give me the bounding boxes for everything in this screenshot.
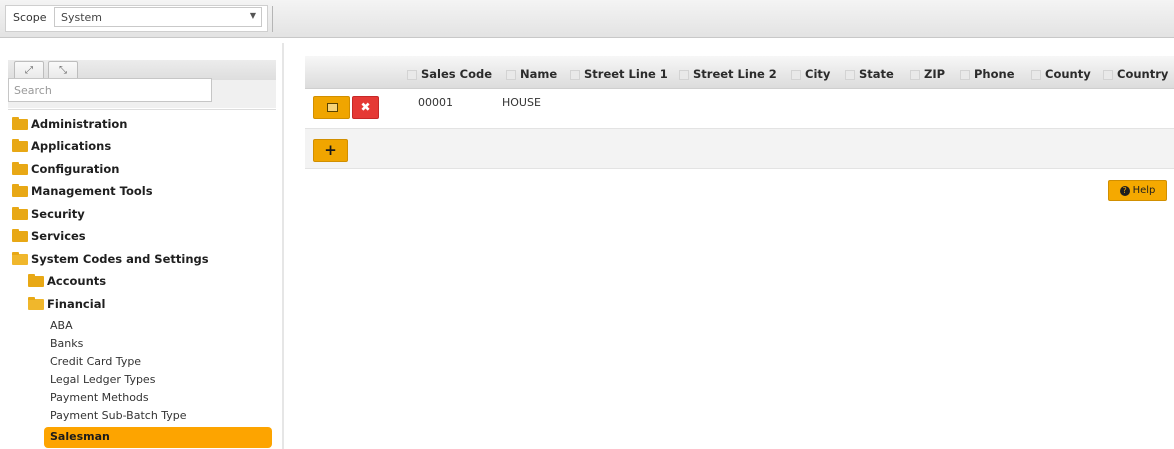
tree-folder-management-tools[interactable]: Management Tools	[12, 184, 153, 204]
table-row[interactable]: ✖ 00001 HOUSE	[305, 89, 1174, 129]
column-checkbox[interactable]	[960, 70, 970, 80]
folder-icon	[28, 274, 44, 287]
column-label: Name	[520, 67, 558, 81]
tree-tools: ⤢ ⤡	[8, 60, 276, 81]
add-row: +	[305, 129, 1174, 169]
add-icon: +	[324, 141, 337, 159]
column-label: Phone	[974, 67, 1015, 81]
cell-name: HOUSE	[502, 96, 541, 109]
column-checkbox[interactable]	[506, 70, 516, 80]
scope-label: Scope	[13, 11, 47, 24]
chevron-down-icon: ▼	[249, 11, 256, 20]
tree-folder-label: System Codes and Settings	[31, 252, 209, 266]
delete-button[interactable]: ✖	[352, 96, 379, 119]
tree-item-salesman[interactable]: Salesman	[44, 427, 272, 448]
column-phone[interactable]: Phone	[960, 67, 1015, 81]
tree-folder-label: Applications	[31, 139, 112, 153]
tree-item-credit-card-type[interactable]: Credit Card Type	[50, 355, 141, 373]
tree-item-legal-ledger-types[interactable]: Legal Ledger Types	[50, 373, 155, 391]
folder-icon	[12, 139, 28, 152]
column-county[interactable]: County	[1031, 67, 1091, 81]
column-label: State	[859, 67, 894, 81]
tree-item-payment-methods[interactable]: Payment Methods	[50, 391, 149, 409]
column-checkbox[interactable]	[679, 70, 689, 80]
tree-item-payment-sub-batch-type[interactable]: Payment Sub-Batch Type	[50, 409, 187, 427]
column-city[interactable]: City	[791, 67, 830, 81]
tree-folder-configuration[interactable]: Configuration	[12, 162, 119, 182]
folder-icon	[12, 229, 28, 242]
divider	[8, 109, 276, 110]
folder-open-icon	[12, 252, 28, 265]
help-icon: ?	[1119, 186, 1130, 196]
tree-folder-security[interactable]: Security	[12, 207, 85, 227]
expand-icon: ⤢	[25, 65, 33, 76]
cell-sales-code: 00001	[418, 96, 453, 109]
folder-icon	[12, 207, 28, 220]
folder-icon	[12, 184, 28, 197]
column-label: Country	[1117, 67, 1169, 81]
tree-folder-system-codes-and-settings[interactable]: System Codes and Settings	[12, 252, 209, 272]
tree-folder-label: Accounts	[47, 274, 107, 288]
column-street-line-2[interactable]: Street Line 2	[679, 67, 777, 81]
column-checkbox[interactable]	[1103, 70, 1113, 80]
column-checkbox[interactable]	[1031, 70, 1041, 80]
tree-item-aba[interactable]: ABA	[50, 319, 73, 337]
column-checkbox[interactable]	[910, 70, 920, 80]
scope-value: System	[61, 11, 103, 24]
grid-header: Sales Code Name Street Line 1 Street Lin…	[305, 56, 1174, 89]
sidebar-splitter[interactable]	[282, 43, 284, 449]
folder-icon	[12, 162, 28, 175]
tree-folder-label: Administration	[31, 117, 128, 131]
toolbar-separator	[272, 6, 273, 32]
column-state[interactable]: State	[845, 67, 894, 81]
search-input[interactable]	[8, 78, 212, 102]
tree-folder-services[interactable]: Services	[12, 229, 86, 249]
scope-select[interactable]: System ▼	[54, 7, 262, 27]
column-zip[interactable]: ZIP	[910, 67, 945, 81]
collapse-icon: ⤡	[59, 65, 67, 76]
column-checkbox[interactable]	[791, 70, 801, 80]
edit-button[interactable]	[313, 96, 350, 119]
column-sales-code[interactable]: Sales Code	[407, 67, 492, 81]
column-checkbox[interactable]	[845, 70, 855, 80]
column-country[interactable]: Country	[1103, 67, 1168, 81]
scope-toolbar: Scope System ▼	[0, 0, 1174, 38]
tree-folder-label: Security	[31, 207, 85, 221]
folder-open-icon	[28, 297, 44, 310]
tree-folder-label: Services	[31, 229, 86, 243]
tree-folder-label: Configuration	[31, 162, 120, 176]
tree-folder-financial[interactable]: Financial	[28, 297, 105, 317]
column-label: Sales Code	[421, 67, 493, 81]
tree-item-banks[interactable]: Banks	[50, 337, 83, 355]
help-button[interactable]: ? Help	[1108, 180, 1167, 201]
tree-folder-administration[interactable]: Administration	[12, 117, 128, 137]
column-label: ZIP	[924, 67, 946, 81]
help-label: Help	[1132, 185, 1156, 196]
edit-icon	[327, 103, 338, 112]
tree-folder-accounts[interactable]: Accounts	[28, 274, 106, 294]
column-label: Street Line 2	[693, 67, 777, 81]
column-street-line-1[interactable]: Street Line 1	[570, 67, 668, 81]
delete-icon: ✖	[360, 100, 371, 114]
tree-folder-label: Management Tools	[31, 184, 153, 198]
column-label: Street Line 1	[584, 67, 668, 81]
column-name[interactable]: Name	[506, 67, 557, 81]
column-checkbox[interactable]	[407, 70, 417, 80]
folder-icon	[12, 117, 28, 130]
tree-folder-applications[interactable]: Applications	[12, 139, 111, 159]
column-checkbox[interactable]	[570, 70, 580, 80]
column-label: City	[805, 67, 831, 81]
sidebar: ⤢ ⤡ Administration Applications Configur…	[0, 43, 282, 449]
column-label: County	[1045, 67, 1091, 81]
add-button[interactable]: +	[313, 139, 348, 162]
tree-folder-label: Financial	[47, 297, 106, 311]
